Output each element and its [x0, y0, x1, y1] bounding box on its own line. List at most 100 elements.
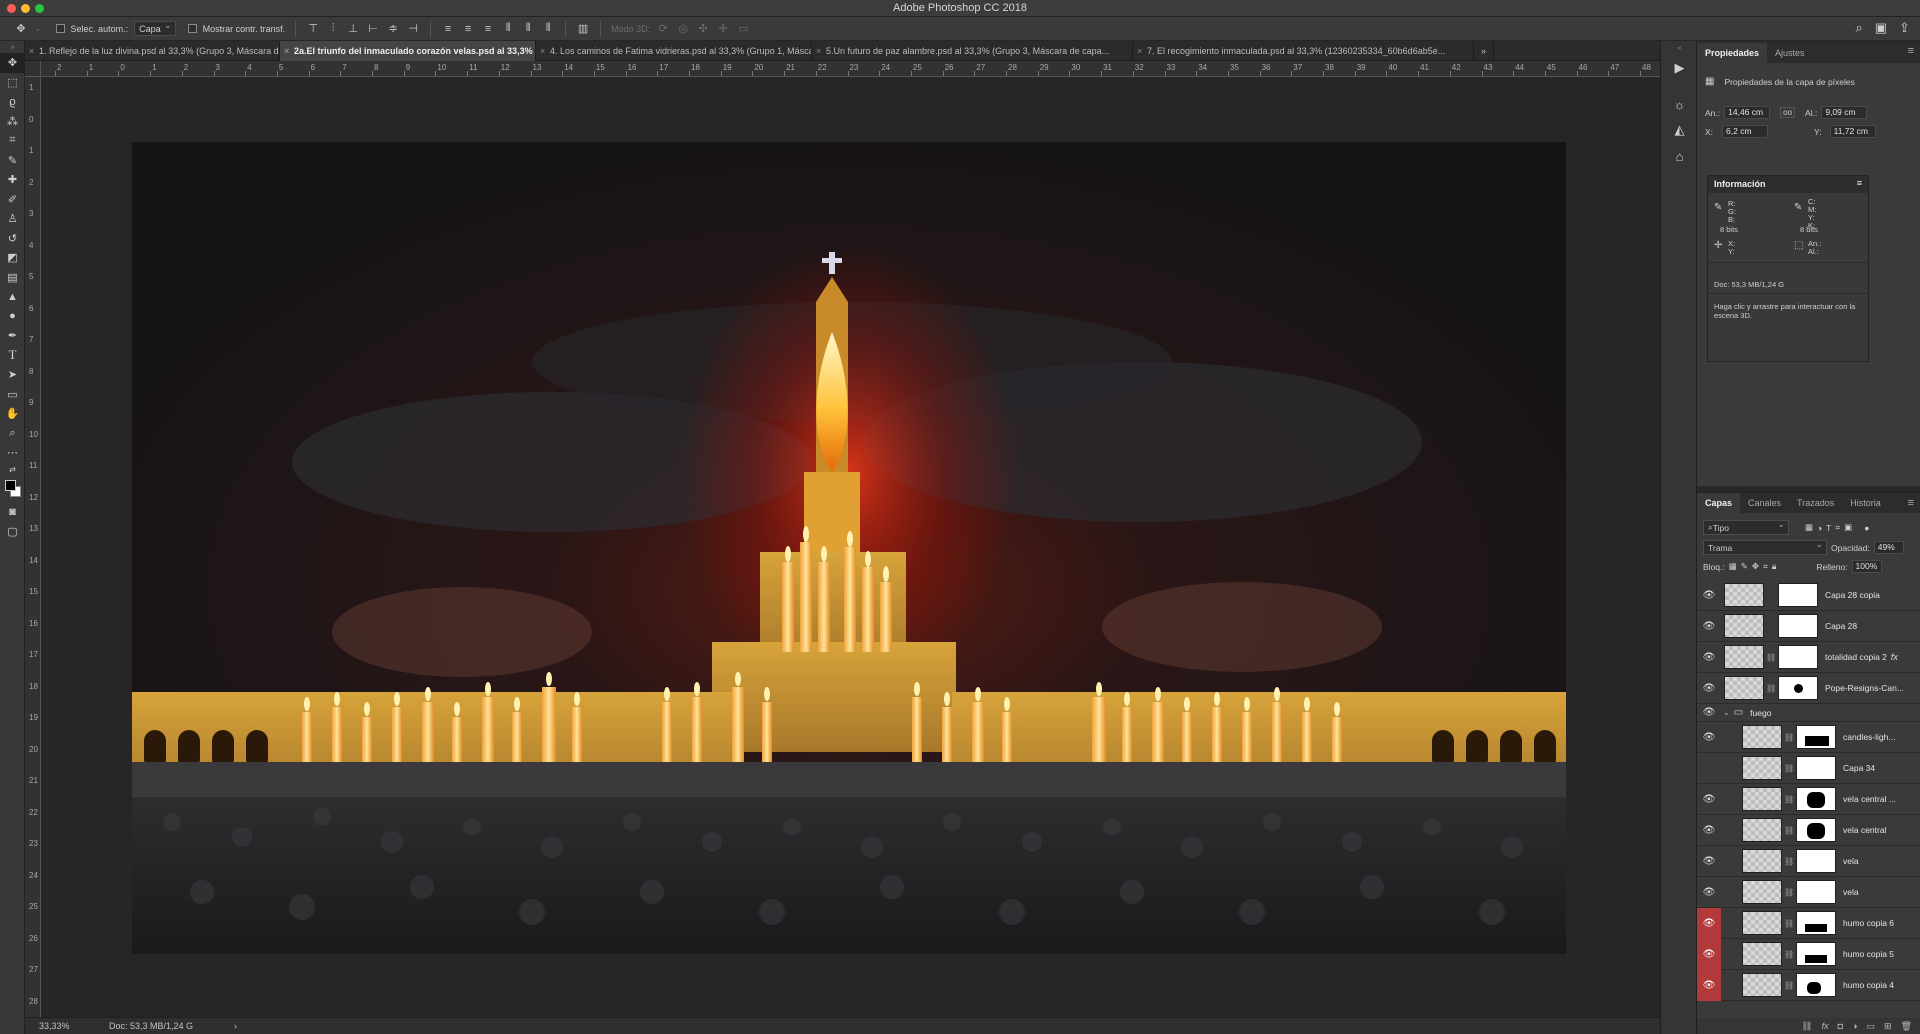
tool-preset-chevron-icon[interactable]: ⌄ — [34, 23, 42, 34]
align-hcenter-icon[interactable]: ≑ — [386, 22, 400, 36]
layer-name[interactable]: vela — [1843, 856, 1859, 866]
link-dimensions-icon[interactable]: oo — [1780, 107, 1796, 118]
align-vcenter-icon[interactable]: ⫶ — [326, 22, 340, 36]
layer-row[interactable]: 👁︎ ⛓ vela central ... — [1697, 784, 1920, 815]
lock-artboard-icon[interactable]: ⌗ — [1763, 561, 1768, 572]
zoom-tool-icon[interactable]: ⌕ — [0, 424, 25, 444]
group-name[interactable]: fuego — [1750, 708, 1771, 718]
mask-link-icon[interactable]: ⛓ — [1784, 950, 1794, 959]
distribute-bottom-icon[interactable]: ≡ — [481, 22, 495, 36]
layer-name[interactable]: vela central ... — [1843, 794, 1896, 804]
tabs-overflow-icon[interactable]: » — [1474, 41, 1494, 61]
layer-name[interactable]: Capa 34 — [1843, 763, 1875, 773]
adjustments-icon[interactable]: ☼ — [1661, 91, 1698, 117]
more-tools-icon[interactable]: ⋯ — [0, 443, 25, 463]
close-tab-icon[interactable]: × — [284, 46, 289, 56]
mask-link-icon[interactable]: ⛓ — [1784, 919, 1794, 928]
zoom-level[interactable]: 33,33% — [39, 1021, 109, 1031]
tab-trazados[interactable]: Trazados — [1789, 493, 1842, 513]
layer-row[interactable]: ⛓ Capa 34 — [1697, 753, 1920, 784]
show-transform-checkbox[interactable] — [187, 24, 197, 33]
new-layer-icon[interactable]: ⊞ — [1884, 1021, 1892, 1032]
layer-name[interactable]: vela — [1843, 887, 1859, 897]
layer-effects-icon[interactable]: fx — [1891, 652, 1898, 662]
layer-row[interactable]: 👁︎ ⛓ humo copia 4 — [1697, 969, 1920, 1001]
group-expand-chevron-icon[interactable]: ⌄ — [1723, 708, 1730, 717]
fill-field[interactable]: 100% — [1851, 560, 1882, 573]
layer-mask-thumbnail[interactable] — [1796, 725, 1836, 749]
quick-mask-icon[interactable]: ◙ — [0, 503, 25, 523]
layer-mask-thumbnail[interactable] — [1778, 583, 1818, 607]
pen-tool-icon[interactable]: ✒ — [0, 326, 25, 346]
panel-collapse-icon[interactable]: « — [1661, 41, 1698, 55]
orbit-3d-icon[interactable]: ⟳ — [656, 22, 670, 36]
layer-group-row[interactable]: 👁︎ ⌄ ▭ fuego — [1697, 704, 1920, 722]
filter-shape-icon[interactable]: ⌗ — [1835, 522, 1840, 533]
y-field[interactable]: 11,72 cm — [1829, 125, 1876, 138]
layer-mask-thumbnail[interactable] — [1796, 818, 1836, 842]
layer-mask-thumbnail[interactable] — [1796, 880, 1836, 904]
mask-link-icon[interactable]: ⛓ — [1784, 764, 1794, 773]
brush-tool-icon[interactable]: ✐ — [0, 190, 25, 210]
mask-link-icon[interactable]: ⛓ — [1766, 653, 1776, 662]
layer-mask-thumbnail[interactable] — [1778, 614, 1818, 638]
layer-row[interactable]: 👁︎ ⛓ humo copia 5 — [1697, 938, 1920, 970]
visibility-eye-icon[interactable]: 👁︎ — [1697, 784, 1721, 815]
hand-tool-icon[interactable]: ✋ — [0, 404, 25, 424]
visibility-eye-icon[interactable]: 👁︎ — [1697, 611, 1721, 642]
distribute-vcenter-icon[interactable]: ≡ — [461, 22, 475, 36]
doc-tab-4[interactable]: × 5.Un futuro de paz alambre.psd al 33,3%… — [812, 41, 1133, 61]
doc-tab-5[interactable]: × 7. El recogimiento inmaculada.psd al 33… — [1133, 41, 1474, 61]
layer-name[interactable]: candles-ligh... — [1843, 732, 1895, 742]
close-tab-icon[interactable]: × — [1137, 46, 1142, 56]
layer-row[interactable]: 👁︎ Capa 28 copia — [1697, 580, 1920, 611]
add-mask-icon[interactable]: ◘ — [1838, 1021, 1843, 1031]
distribute-top-icon[interactable]: ≡ — [441, 22, 455, 36]
vertical-ruler[interactable]: 1 0 1 2 3 4 5 6 7 8 9 10 11 12 13 14 15 16 17 18 19 20 21 22 23 2… — [25, 77, 41, 1017]
move-tool-icon[interactable]: ✥ — [0, 53, 25, 73]
play-action-icon[interactable]: ▶ — [1661, 55, 1698, 81]
layer-row[interactable]: 👁︎ ⛓ candles-ligh... — [1697, 722, 1920, 753]
workspace-icon[interactable]: ▣ — [1875, 20, 1887, 36]
healing-brush-tool-icon[interactable]: ✚ — [0, 170, 25, 190]
info-panel-icon[interactable]: ⌂ — [1661, 143, 1698, 169]
dodge-tool-icon[interactable]: ● — [0, 307, 25, 327]
close-tab-icon[interactable]: × — [816, 46, 821, 56]
mask-link-icon[interactable]: ⛓ — [1784, 733, 1794, 742]
gradient-tool-icon[interactable]: ▤ — [0, 268, 25, 288]
mask-link-icon[interactable]: ⛓ — [1784, 981, 1794, 990]
swap-colors-icon[interactable]: ⇄ — [0, 463, 25, 477]
visibility-eye-icon[interactable]: 👁︎ — [1697, 704, 1721, 722]
visibility-eye-icon[interactable]: 👁︎ — [1697, 580, 1721, 611]
visibility-eye-icon[interactable]: 👁︎ — [1697, 938, 1721, 970]
align-left-icon[interactable]: ⊢ — [366, 22, 380, 36]
mask-link-icon[interactable]: ⛓ — [1766, 684, 1776, 693]
align-top-icon[interactable]: ⊤ — [306, 22, 320, 36]
filter-adjustment-icon[interactable]: ◑ — [1817, 523, 1822, 533]
layer-name[interactable]: vela central — [1843, 825, 1886, 835]
layer-row[interactable]: 👁︎ ⛓ vela — [1697, 846, 1920, 877]
layer-name[interactable]: Capa 28 copia — [1825, 590, 1880, 600]
layer-mask-thumbnail[interactable] — [1778, 645, 1818, 669]
visibility-eye-icon[interactable] — [1697, 753, 1721, 784]
layer-row[interactable]: 👁︎ ⛓ Pope-Resigns-Can... — [1697, 673, 1920, 704]
slide-3d-icon[interactable]: ✛ — [716, 22, 730, 36]
align-right-icon[interactable]: ⊣ — [406, 22, 420, 36]
tab-canales[interactable]: Canales — [1740, 493, 1789, 513]
horizontal-ruler[interactable]: 2 1 0 1 2 3 4 5 6 7 8 9 10 11 12 13 14 15 16 17 18 19 20 21 22 23… — [25, 61, 1660, 77]
visibility-eye-icon[interactable]: 👁︎ — [1697, 722, 1721, 753]
layer-row[interactable]: 👁︎ Capa 28 — [1697, 611, 1920, 642]
layer-row[interactable]: 👁︎ ⛓ totalidad copia 2 fx — [1697, 642, 1920, 673]
blend-mode-dropdown[interactable]: Trama — [1703, 539, 1827, 555]
lock-pixels-icon[interactable]: ✎ — [1741, 561, 1748, 572]
link-layers-icon[interactable]: ⛓ — [1801, 1021, 1812, 1032]
clone-stamp-tool-icon[interactable]: ♙ — [0, 209, 25, 229]
tab-capas[interactable]: Capas — [1697, 493, 1741, 513]
x-field[interactable]: 6,2 cm — [1722, 125, 1769, 138]
opacity-field[interactable]: 49% — [1873, 541, 1904, 554]
layer-row[interactable]: 👁︎ ⛓ humo copia 6 — [1697, 907, 1920, 939]
layer-name[interactable]: Capa 28 — [1825, 621, 1857, 631]
share-icon[interactable]: ⇪ — [1899, 20, 1910, 36]
ruler-origin[interactable] — [25, 61, 41, 77]
histogram-icon[interactable]: ◭ — [1661, 117, 1698, 143]
